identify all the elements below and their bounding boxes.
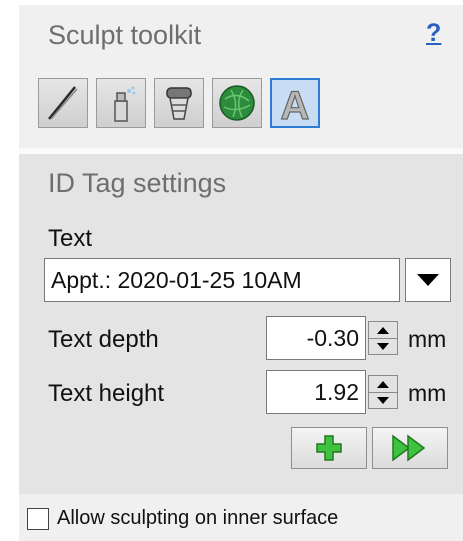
green-sphere-icon [219, 85, 255, 121]
text-depth-field[interactable]: -0.30 [266, 316, 366, 360]
letter-a-icon: A [280, 83, 310, 125]
plus-icon [316, 435, 342, 461]
text-height-unit: mm [408, 380, 447, 406]
text-height-spinner[interactable] [368, 375, 398, 409]
text-depth-unit: mm [408, 326, 447, 352]
knife-tool-button[interactable] [38, 78, 88, 128]
text-depth-spinner[interactable] [368, 321, 398, 355]
spray-tool-button[interactable] [96, 78, 146, 128]
implant-tool-button[interactable] [154, 78, 204, 128]
text-label: Text [48, 225, 93, 252]
tag-text-dropdown-button[interactable] [405, 258, 451, 302]
spin-up-icon[interactable] [369, 376, 397, 393]
chevron-down-icon [417, 274, 439, 286]
text-height-label: Text height [48, 380, 165, 407]
text-depth-label: Text depth [48, 326, 159, 353]
implant-icon [166, 87, 192, 120]
inner-surface-checkbox[interactable] [27, 508, 49, 530]
text-height-field[interactable]: 1.92 [266, 370, 366, 414]
knife-icon [48, 86, 78, 120]
help-link[interactable]: ? [426, 19, 441, 48]
spin-down-icon[interactable] [369, 338, 397, 354]
fast-forward-icon [392, 434, 426, 462]
tag-text-input[interactable]: Appt.: 2020-01-25 10AM [44, 258, 400, 302]
panel-title: Sculpt toolkit [48, 20, 202, 50]
spray-nozzle-icon [114, 86, 136, 122]
spin-down-icon[interactable] [369, 392, 397, 408]
inner-surface-checkbox-label[interactable]: Allow sculpting on inner surface [57, 507, 338, 530]
id-tag-title: ID Tag settings [48, 168, 227, 198]
sphere-tool-button[interactable] [212, 78, 262, 128]
svg-text:A: A [281, 84, 310, 125]
spin-up-icon[interactable] [369, 322, 397, 339]
apply-tag-button[interactable] [372, 427, 448, 469]
add-tag-button[interactable] [291, 427, 367, 469]
id-tag-tool-button[interactable]: A [270, 78, 320, 128]
